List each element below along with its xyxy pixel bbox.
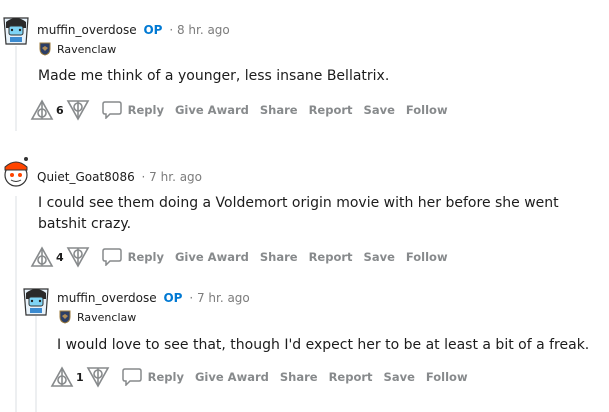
username[interactable]: muffin_overdose xyxy=(37,23,137,37)
save-button[interactable]: Save xyxy=(364,103,395,117)
flair-text: Ravenclaw xyxy=(77,310,137,324)
share-button[interactable]: Share xyxy=(260,103,298,117)
avatar[interactable] xyxy=(0,12,32,48)
comment-actions: 6 Reply Give Award Share Report Save Fol… xyxy=(30,97,448,123)
comment-meta: muffin_overdose OP · 7 hr. ago xyxy=(57,291,250,305)
avatar[interactable] xyxy=(0,153,32,189)
report-button[interactable]: Report xyxy=(329,370,373,384)
comment-actions: 4 Reply Give Award Share Report Save Fol… xyxy=(30,244,448,270)
thread-line[interactable] xyxy=(15,46,17,131)
save-button[interactable]: Save xyxy=(384,370,415,384)
vote-count: 6 xyxy=(56,103,64,117)
timestamp[interactable]: · 7 hr. ago xyxy=(142,170,202,184)
reply-button[interactable]: Reply xyxy=(121,368,184,386)
give-award-button[interactable]: Give Award xyxy=(175,103,249,117)
comment-body: I could see them doing a Voldemort origi… xyxy=(38,195,559,232)
follow-button[interactable]: Follow xyxy=(406,250,448,264)
reply-label: Reply xyxy=(127,103,164,117)
thread-line[interactable] xyxy=(15,196,17,412)
reply-button[interactable]: Reply xyxy=(101,248,164,266)
speech-bubble-icon xyxy=(101,248,122,266)
op-badge: OP xyxy=(143,23,163,37)
follow-button[interactable]: Follow xyxy=(406,103,448,117)
reply-button[interactable]: Reply xyxy=(101,101,164,119)
username[interactable]: muffin_overdose xyxy=(57,291,157,305)
reply-label: Reply xyxy=(127,250,164,264)
op-badge: OP xyxy=(163,291,183,305)
follow-button[interactable]: Follow xyxy=(426,370,468,384)
comment-meta: Quiet_Goat8086 · 7 hr. ago xyxy=(37,170,202,184)
give-award-button[interactable]: Give Award xyxy=(175,250,249,264)
ravenclaw-crest-icon xyxy=(39,42,51,56)
report-button[interactable]: Report xyxy=(309,103,353,117)
deathly-hallows-downvote-icon[interactable] xyxy=(86,365,110,389)
user-flair: Ravenclaw xyxy=(58,310,136,324)
comment-body: Made me think of a younger, less insane … xyxy=(38,68,390,84)
deathly-hallows-upvote-icon[interactable] xyxy=(30,98,54,122)
ravenclaw-crest-icon xyxy=(59,310,71,324)
speech-bubble-icon xyxy=(101,101,122,119)
username[interactable]: Quiet_Goat8086 xyxy=(37,170,135,184)
speech-bubble-icon xyxy=(121,368,142,386)
deathly-hallows-upvote-icon[interactable] xyxy=(50,365,74,389)
reply-label: Reply xyxy=(147,370,184,384)
deathly-hallows-upvote-icon[interactable] xyxy=(30,245,54,269)
thread-line[interactable] xyxy=(35,316,37,412)
share-button[interactable]: Share xyxy=(280,370,318,384)
vote-count: 4 xyxy=(56,250,64,264)
timestamp[interactable]: · 7 hr. ago xyxy=(189,291,249,305)
deathly-hallows-downvote-icon[interactable] xyxy=(66,245,90,269)
avatar[interactable] xyxy=(20,283,52,319)
timestamp[interactable]: · 8 hr. ago xyxy=(169,23,229,37)
save-button[interactable]: Save xyxy=(364,250,395,264)
share-button[interactable]: Share xyxy=(260,250,298,264)
vote-count: 1 xyxy=(76,370,84,384)
deathly-hallows-downvote-icon[interactable] xyxy=(66,98,90,122)
comment-meta: muffin_overdose OP · 8 hr. ago xyxy=(37,23,230,37)
give-award-button[interactable]: Give Award xyxy=(195,370,269,384)
comment-actions: 1 Reply Give Award Share Report Save Fol… xyxy=(50,364,468,390)
user-flair: Ravenclaw xyxy=(38,42,116,56)
flair-text: Ravenclaw xyxy=(57,42,117,56)
comment-body: I would love to see that, though I'd exp… xyxy=(57,337,590,353)
report-button[interactable]: Report xyxy=(309,250,353,264)
